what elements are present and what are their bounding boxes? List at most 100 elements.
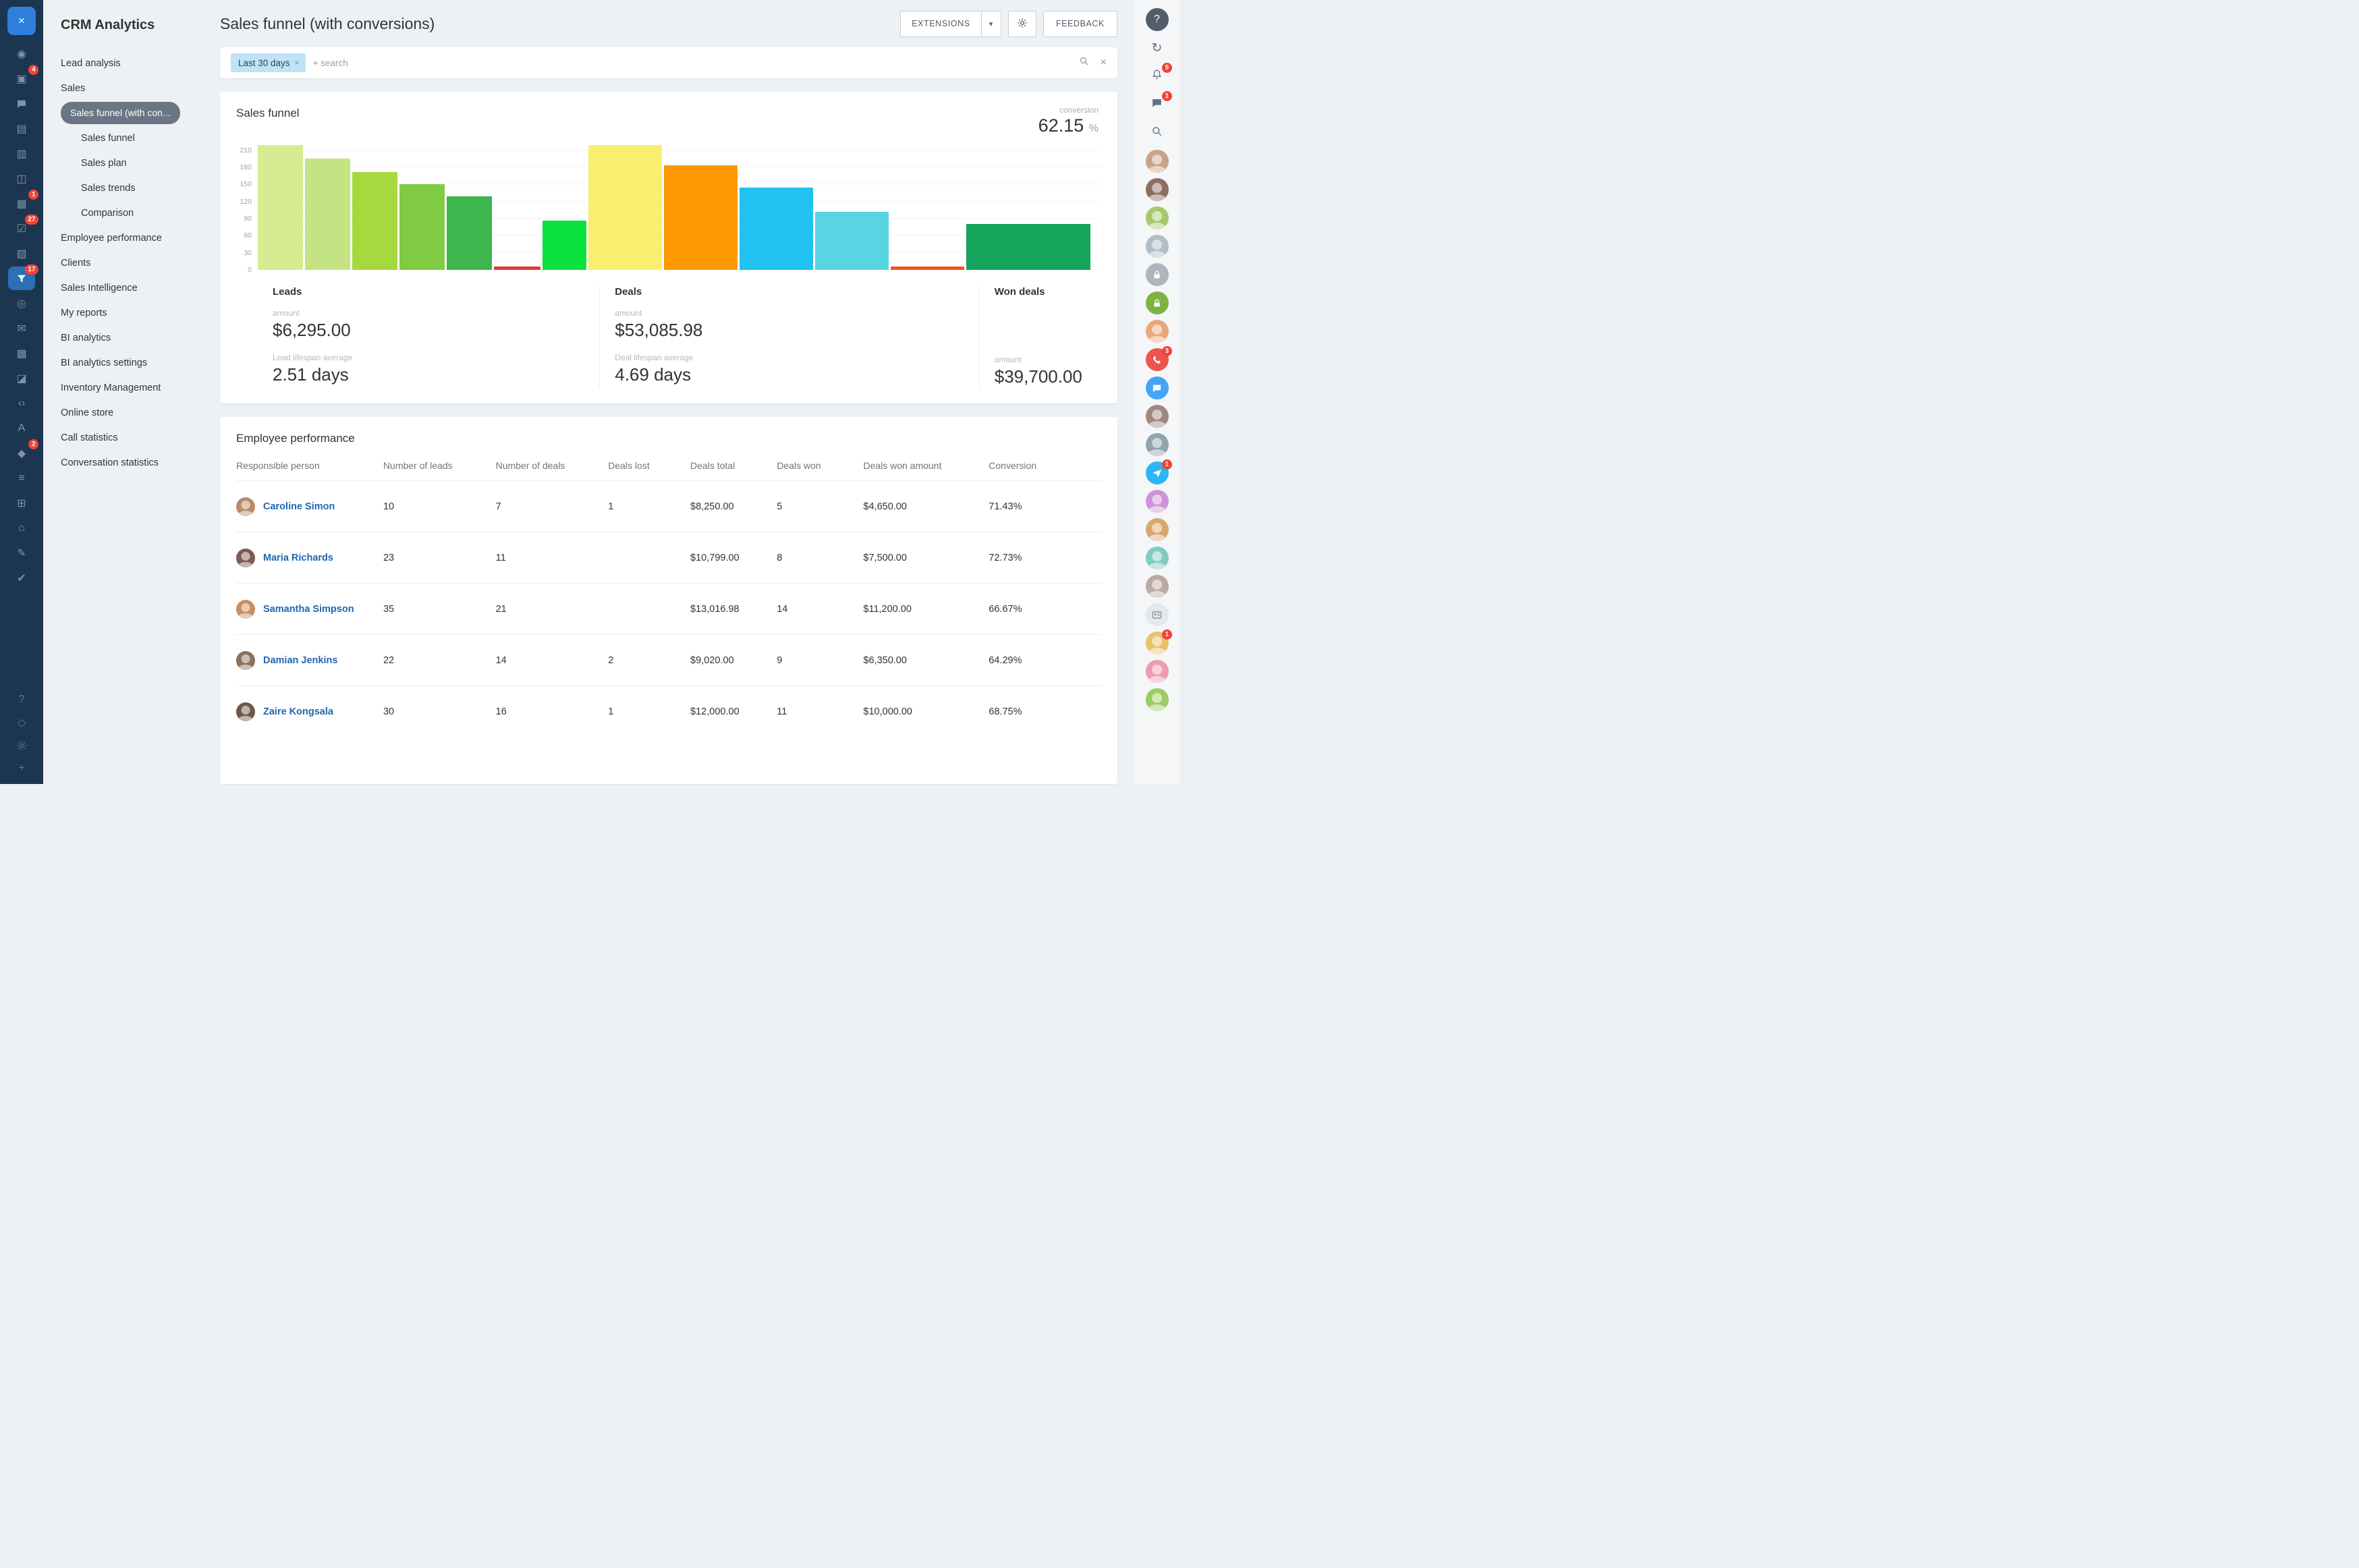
user-avatar[interactable] <box>1146 688 1169 711</box>
crm-icon[interactable]: 17 <box>8 267 35 290</box>
bi-analytics-icon[interactable]: ◪ <box>8 366 35 390</box>
live-feed-icon[interactable]: ◉ <box>8 42 35 65</box>
sidebar-item-sales-funnel[interactable]: Sales funnel <box>61 125 206 150</box>
conversion-summary: conversion 62.15 % <box>1038 105 1099 136</box>
catalog-icon[interactable]: ▩ <box>8 341 35 365</box>
settings-button[interactable] <box>1008 11 1036 37</box>
user-avatar[interactable] <box>1146 320 1169 343</box>
user-avatar[interactable] <box>1146 178 1169 201</box>
column-header: Deals total <box>690 452 777 481</box>
funnel-bar-3[interactable] <box>352 172 397 270</box>
sidebar-item-sales-plan[interactable]: Sales plan <box>61 150 206 175</box>
sidebar-item-employee-performance[interactable]: Employee performance <box>61 225 206 250</box>
marketing-icon[interactable]: ◎ <box>8 291 35 315</box>
market-icon[interactable]: ◆2 <box>8 441 35 465</box>
user-avatar[interactable] <box>1146 433 1169 456</box>
copilot-icon[interactable]: 1 <box>1146 93 1169 116</box>
employees-icon[interactable]: ◫ <box>8 167 35 190</box>
chevron-down-icon[interactable]: ▾ <box>981 11 1001 36</box>
history-icon[interactable]: ↻ <box>1146 36 1169 59</box>
chip-remove-icon[interactable]: × <box>295 58 300 67</box>
funnel-bar-4[interactable] <box>399 184 445 270</box>
funnel-bar-2[interactable] <box>305 159 350 270</box>
secure-chat[interactable] <box>1146 291 1169 314</box>
funnel-bar-13[interactable] <box>966 224 1090 270</box>
user-avatar[interactable] <box>1146 547 1169 569</box>
sidebar-item-inventory-management[interactable]: Inventory Management <box>61 375 206 400</box>
workspace-icon[interactable]: ▣4 <box>8 67 35 90</box>
user-avatar[interactable] <box>1146 235 1169 258</box>
sidebar-item-online-store[interactable]: Online store <box>61 400 206 425</box>
user-avatar[interactable] <box>1146 405 1169 428</box>
user-avatar[interactable] <box>1146 518 1169 541</box>
calendar-icon[interactable]: ▦1 <box>8 192 35 215</box>
sidebar-item-sales[interactable]: Sales <box>61 76 206 101</box>
sidebar-item-my-reports[interactable]: My reports <box>61 300 206 325</box>
automation-icon[interactable]: A <box>8 416 35 440</box>
filters-icon[interactable]: ≡ <box>8 466 35 490</box>
filter-search-bar[interactable]: Last 30 days × + search × <box>220 47 1117 78</box>
tasks-icon[interactable]: ☑27 <box>8 217 35 240</box>
sidebar-item-lead-analysis[interactable]: Lead analysis <box>61 51 206 76</box>
sidebar-item-bi-analytics-settings[interactable]: BI analytics settings <box>61 350 206 375</box>
funnel-bar-10[interactable] <box>740 188 813 270</box>
telephony-calls[interactable]: 3 <box>1146 348 1169 371</box>
private-chat[interactable] <box>1146 263 1169 286</box>
user-avatar[interactable] <box>1146 575 1169 598</box>
helpdesk-icon[interactable]: ? <box>1146 8 1169 31</box>
extensions-button[interactable]: EXTENSIONS ▾ <box>900 11 1001 37</box>
telegram-channel[interactable]: 1 <box>1146 461 1169 484</box>
sidebar-item-comparison[interactable]: Comparison <box>61 200 206 225</box>
person-name-link[interactable]: Samantha Simpson <box>263 604 354 615</box>
crm-card-icon[interactable]: ▧ <box>8 242 35 265</box>
sign-icon[interactable]: ✎ <box>8 541 35 565</box>
employee-performance-card: Employee performance Responsible personN… <box>220 417 1117 784</box>
developer-icon[interactable]: ‹› <box>8 391 35 415</box>
close-menu-button[interactable]: × <box>7 7 36 35</box>
person-name-link[interactable]: Maria Richards <box>263 553 333 563</box>
search-icon[interactable] <box>1146 121 1169 144</box>
funnel-bar-6[interactable] <box>494 267 540 270</box>
clear-filter-icon[interactable]: × <box>1101 57 1107 69</box>
company-icon[interactable]: ⌂ <box>8 516 35 540</box>
documents-icon[interactable]: ▥ <box>8 142 35 165</box>
done-icon[interactable]: ✔ <box>8 566 35 590</box>
structure-icon[interactable]: ◇ <box>8 712 35 733</box>
filter-chip[interactable]: Last 30 days × <box>231 53 306 72</box>
person-name-link[interactable]: Caroline Simon <box>263 501 335 512</box>
drive-icon[interactable]: ▤ <box>8 117 35 140</box>
funnel-bar-1[interactable] <box>258 145 303 270</box>
sidebar-item-clients[interactable]: Clients <box>61 250 206 275</box>
funnel-bar-8[interactable] <box>588 145 662 270</box>
funnel-bar-7[interactable] <box>543 221 586 270</box>
mail-icon[interactable]: ✉ <box>8 316 35 340</box>
user-avatar[interactable] <box>1146 490 1169 513</box>
search-icon[interactable] <box>1078 55 1090 70</box>
support-bot[interactable] <box>1146 376 1169 399</box>
person-name-link[interactable]: Zaire Kongsala <box>263 706 333 717</box>
person-name-link[interactable]: Damian Jenkins <box>263 655 337 666</box>
feedback-button[interactable]: FEEDBACK <box>1043 11 1117 37</box>
help-icon[interactable]: ? <box>8 690 35 710</box>
funnel-bar-5[interactable] <box>447 196 492 270</box>
user-avatar[interactable] <box>1146 206 1169 229</box>
sidebar-item-sales-funnel-with-con[interactable]: Sales funnel (with con... <box>61 102 180 124</box>
e-store-icon[interactable]: ⊞ <box>8 491 35 515</box>
sidebar-item-sales-intelligence[interactable]: Sales Intelligence <box>61 275 206 300</box>
sidebar-item-conversation-statistics[interactable]: Conversation statistics <box>61 450 206 475</box>
funnel-bar-11[interactable] <box>815 212 889 270</box>
funnel-bar-9[interactable] <box>664 165 738 270</box>
user-avatar[interactable] <box>1146 150 1169 173</box>
settings-icon[interactable] <box>8 735 35 756</box>
sidebar-item-bi-analytics[interactable]: BI analytics <box>61 325 206 350</box>
user-avatar[interactable] <box>1146 660 1169 683</box>
notifications-icon[interactable]: 9 <box>1146 65 1169 88</box>
add-icon[interactable]: + <box>8 758 35 779</box>
search-placeholder[interactable]: + search <box>313 58 1078 68</box>
contact-center[interactable] <box>1146 603 1169 626</box>
sidebar-item-call-statistics[interactable]: Call statistics <box>61 425 206 450</box>
sidebar-item-sales-trends[interactable]: Sales trends <box>61 175 206 200</box>
messenger-icon[interactable] <box>8 92 35 115</box>
user-avatar[interactable]: 1 <box>1146 632 1169 654</box>
funnel-bar-12[interactable] <box>891 267 964 270</box>
